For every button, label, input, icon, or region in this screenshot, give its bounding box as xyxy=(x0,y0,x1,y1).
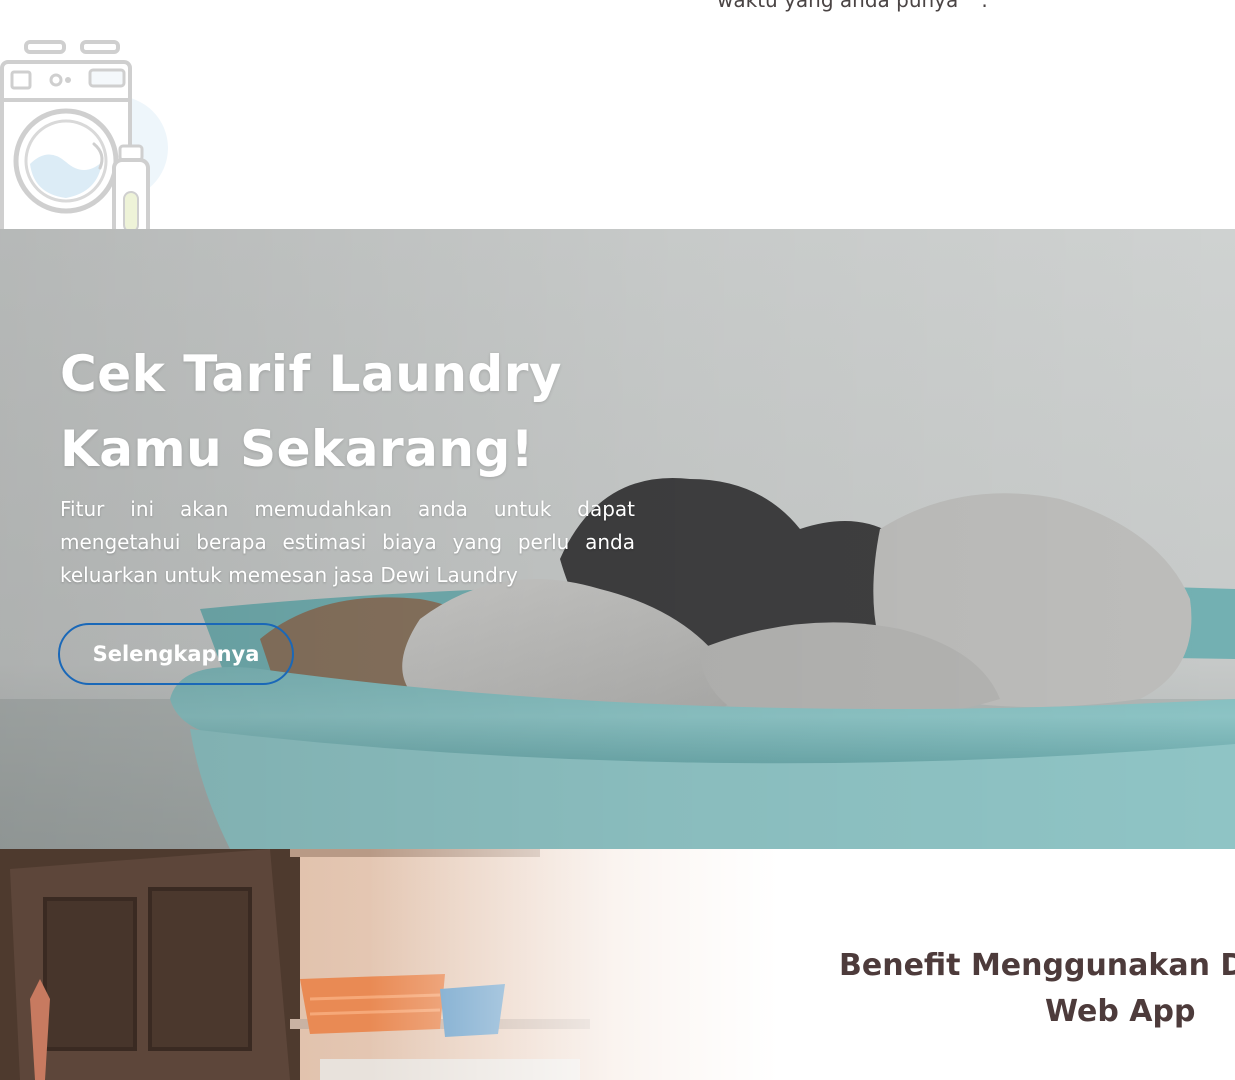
washing-machine-icon xyxy=(0,40,168,229)
selengkapnya-button[interactable]: Selengkapnya xyxy=(58,623,294,685)
hero-title-line2: Kamu Sekarang! xyxy=(60,420,535,478)
hero-title-line1: Cek Tarif Laundry xyxy=(60,345,562,403)
top-section: waktu yang anda punya ^.^ xyxy=(0,0,1235,229)
tarif-hero-section: Cek Tarif Laundry Kamu Sekarang! Fitur i… xyxy=(0,229,1235,849)
top-caption: waktu yang anda punya ^.^ xyxy=(717,0,1005,12)
hero-description: Fitur ini akan memudahkan anda untuk dap… xyxy=(60,497,635,587)
benefit-section: Benefit Menggunakan Dewi Laundry Web App xyxy=(0,849,1235,1080)
benefit-title-line1: Benefit Menggunakan Dewi Laundry xyxy=(839,948,1235,983)
benefit-title-line2: Web App xyxy=(1045,994,1196,1029)
page: waktu yang anda punya ^.^ Cek Tarif Laun… xyxy=(0,0,1235,1080)
laundry-room-photo xyxy=(0,849,820,1080)
hero-title: Cek Tarif Laundry Kamu Sekarang! xyxy=(60,337,660,487)
benefit-title: Benefit Menggunakan Dewi Laundry Web App xyxy=(839,943,1235,1035)
